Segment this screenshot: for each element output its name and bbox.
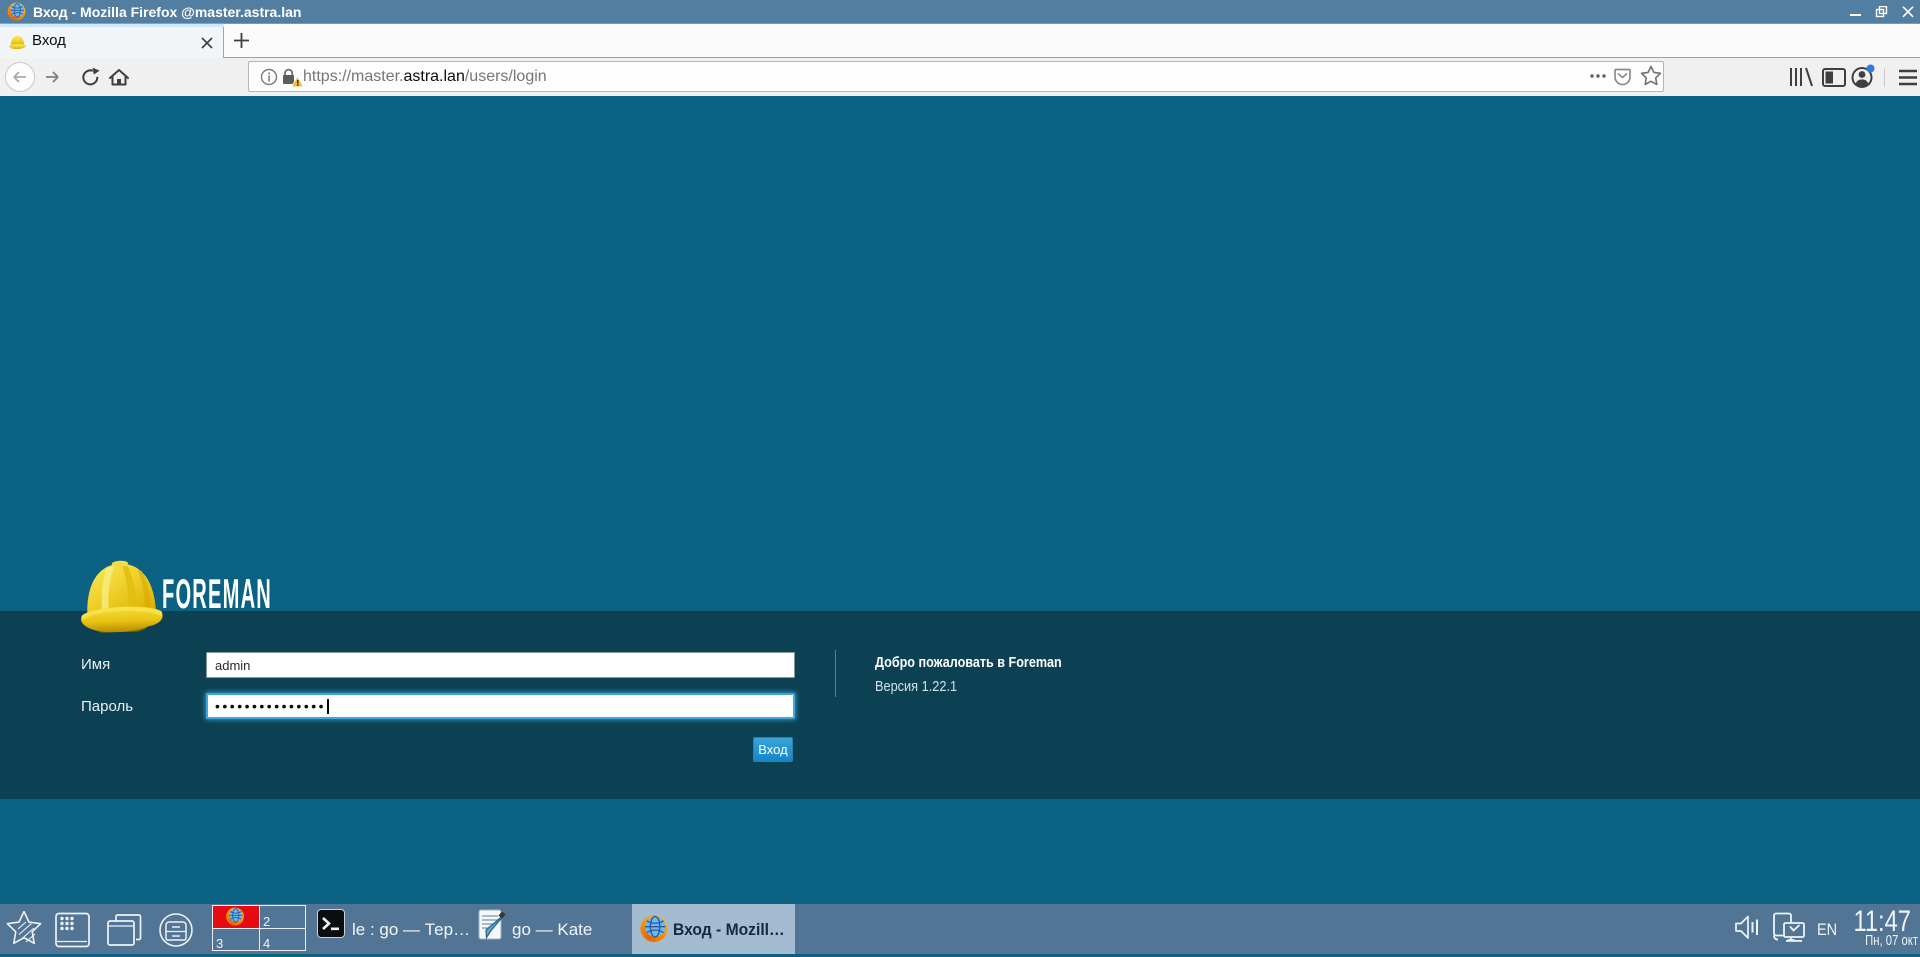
svg-text:FOREMAN: FOREMAN — [162, 571, 272, 613]
